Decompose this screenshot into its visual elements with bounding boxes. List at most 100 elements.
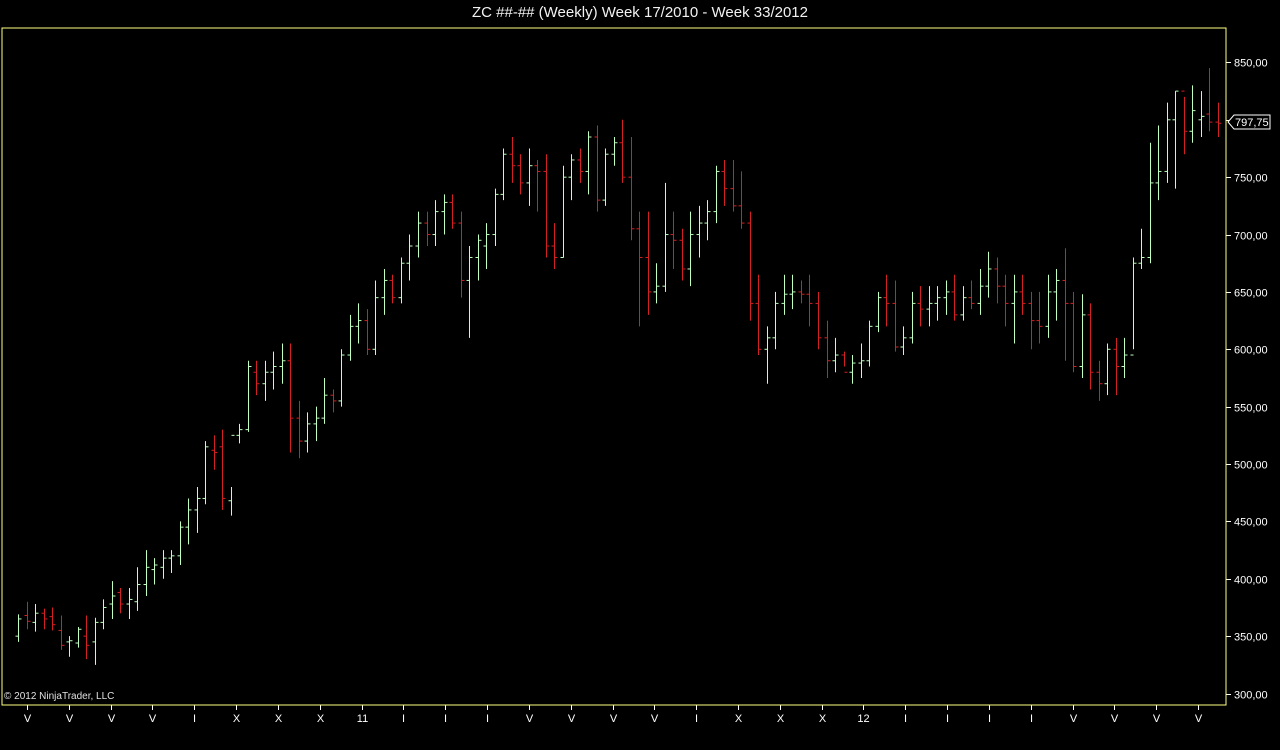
- ohlc-bar: [364, 309, 371, 356]
- ohlc-bar: [977, 268, 984, 315]
- ohlc-bar: [866, 320, 873, 367]
- ohlc-bar: [245, 360, 252, 432]
- ohlc-bar: [270, 351, 277, 390]
- ohlc-bar: [15, 614, 22, 642]
- ohlc-bar: [900, 326, 907, 356]
- ohlc-bar: [330, 389, 337, 413]
- ohlc-bar: [1147, 142, 1154, 264]
- x-tick-label: I: [988, 713, 991, 725]
- x-tick-label: I: [402, 713, 405, 725]
- ohlc-bar: [1138, 228, 1145, 269]
- x-tick-label: X: [735, 713, 743, 725]
- y-tick-label: 400,00: [1234, 575, 1268, 587]
- ohlc-bar: [619, 119, 626, 183]
- x-tick-label: X: [317, 713, 325, 725]
- ohlc-bar: [1104, 343, 1111, 396]
- ohlc-bar: [398, 257, 405, 304]
- plot-border: [1, 27, 1227, 706]
- ohlc-bar: [551, 223, 558, 269]
- ohlc-bar: [1028, 291, 1035, 350]
- x-tick-label: V: [651, 713, 659, 725]
- ohlc-bar: [662, 182, 669, 292]
- x-tick-label: V: [568, 713, 576, 725]
- ohlc-bar: [789, 274, 796, 310]
- ohlc-bar: [296, 400, 303, 459]
- x-tick-label: V: [610, 713, 618, 725]
- ohlc-bar: [858, 343, 865, 378]
- ohlc-bar: [236, 423, 243, 444]
- ohlc-bar: [1096, 360, 1103, 401]
- ohlc-bar: [917, 286, 924, 327]
- ohlc-bar: [32, 604, 39, 632]
- ohlc-bar: [841, 351, 848, 373]
- ohlc-bar: [49, 607, 56, 631]
- ohlc-bar: [372, 280, 379, 356]
- x-tick-label: X: [777, 713, 785, 725]
- ohlc-bar: [1002, 274, 1009, 327]
- y-tick-label: 700,00: [1234, 231, 1268, 243]
- ohlc-bar: [228, 434, 235, 516]
- ohlc-bar: [985, 251, 992, 298]
- ohlc-bar: [66, 636, 73, 657]
- ohlc-bar: [458, 211, 465, 298]
- ohlc-bar: [1130, 257, 1137, 356]
- ohlc-bar: [815, 291, 822, 350]
- ohlc-bar: [577, 148, 584, 183]
- ohlc-bar: [883, 274, 890, 327]
- ohlc-bar: [806, 274, 813, 327]
- ohlc-bar: [143, 550, 150, 596]
- ohlc-bar: [645, 211, 652, 315]
- ohlc-bar: [262, 360, 269, 401]
- x-tick-label: V: [526, 713, 534, 725]
- ohlc-bar: [424, 211, 431, 247]
- ohlc-bar: [338, 349, 345, 407]
- ohlc-bar: [1087, 303, 1094, 390]
- ohlc-bar: [560, 165, 567, 258]
- ohlc-bar: [1121, 337, 1128, 378]
- y-tick-label: 350,00: [1234, 632, 1268, 644]
- ohlc-bar: [721, 159, 728, 206]
- ohlc-bar: [160, 550, 167, 579]
- ohlc-bar: [389, 274, 396, 304]
- x-tick-label: I: [486, 713, 489, 725]
- ohlc-bar: [679, 228, 686, 281]
- ohlc-bar: [492, 188, 499, 247]
- y-tick-label: 650,00: [1234, 288, 1268, 300]
- ohlc-bar: [100, 599, 107, 630]
- ohlc-bar: [202, 441, 209, 505]
- ohlc-bar: [943, 280, 950, 315]
- ohlc-bar: [960, 286, 967, 321]
- ohlc-bar: [696, 205, 703, 258]
- x-tick-label: X: [233, 713, 241, 725]
- ohlc-bar: [185, 498, 192, 545]
- ohlc-bar: [449, 194, 456, 229]
- ohlc-bar: [475, 234, 482, 281]
- ohlc-bar: [1053, 268, 1060, 321]
- ohlc-bar: [41, 608, 48, 630]
- ohlc-bar: [1206, 68, 1213, 132]
- x-tick-label: X: [275, 713, 283, 725]
- ohlc-bar: [526, 148, 533, 206]
- ohlc-bar: [534, 159, 541, 212]
- ohlc-bar: [483, 223, 490, 269]
- ohlc-bar: [738, 171, 745, 229]
- ohlc-bar: [347, 314, 354, 361]
- ohlc-bar: [83, 615, 90, 660]
- price-chart[interactable]: 300,00 350,00 400,00 450,00 500,00 550,00 600,…: [0, 0, 1280, 750]
- x-tick-label: V: [1153, 713, 1161, 725]
- y-tick-label: 300,00: [1234, 690, 1268, 702]
- ohlc-bar: [798, 280, 805, 304]
- ohlc-bar: [168, 550, 175, 574]
- ohlc-bar: [926, 286, 933, 327]
- y-tick-label: 500,00: [1234, 460, 1268, 472]
- x-tick-label: V: [1195, 713, 1203, 725]
- ohlc-bar: [628, 137, 635, 241]
- last-price-label: 797,75: [1235, 117, 1269, 129]
- ohlc-bar: [568, 154, 575, 201]
- ohlc-bar: [730, 159, 737, 212]
- ohlc-bar: [1019, 274, 1026, 315]
- x-tick-label: V: [108, 713, 116, 725]
- ohlc-bar: [321, 377, 328, 424]
- ohlc-bar: [824, 320, 831, 378]
- ohlc-bar: [287, 343, 294, 453]
